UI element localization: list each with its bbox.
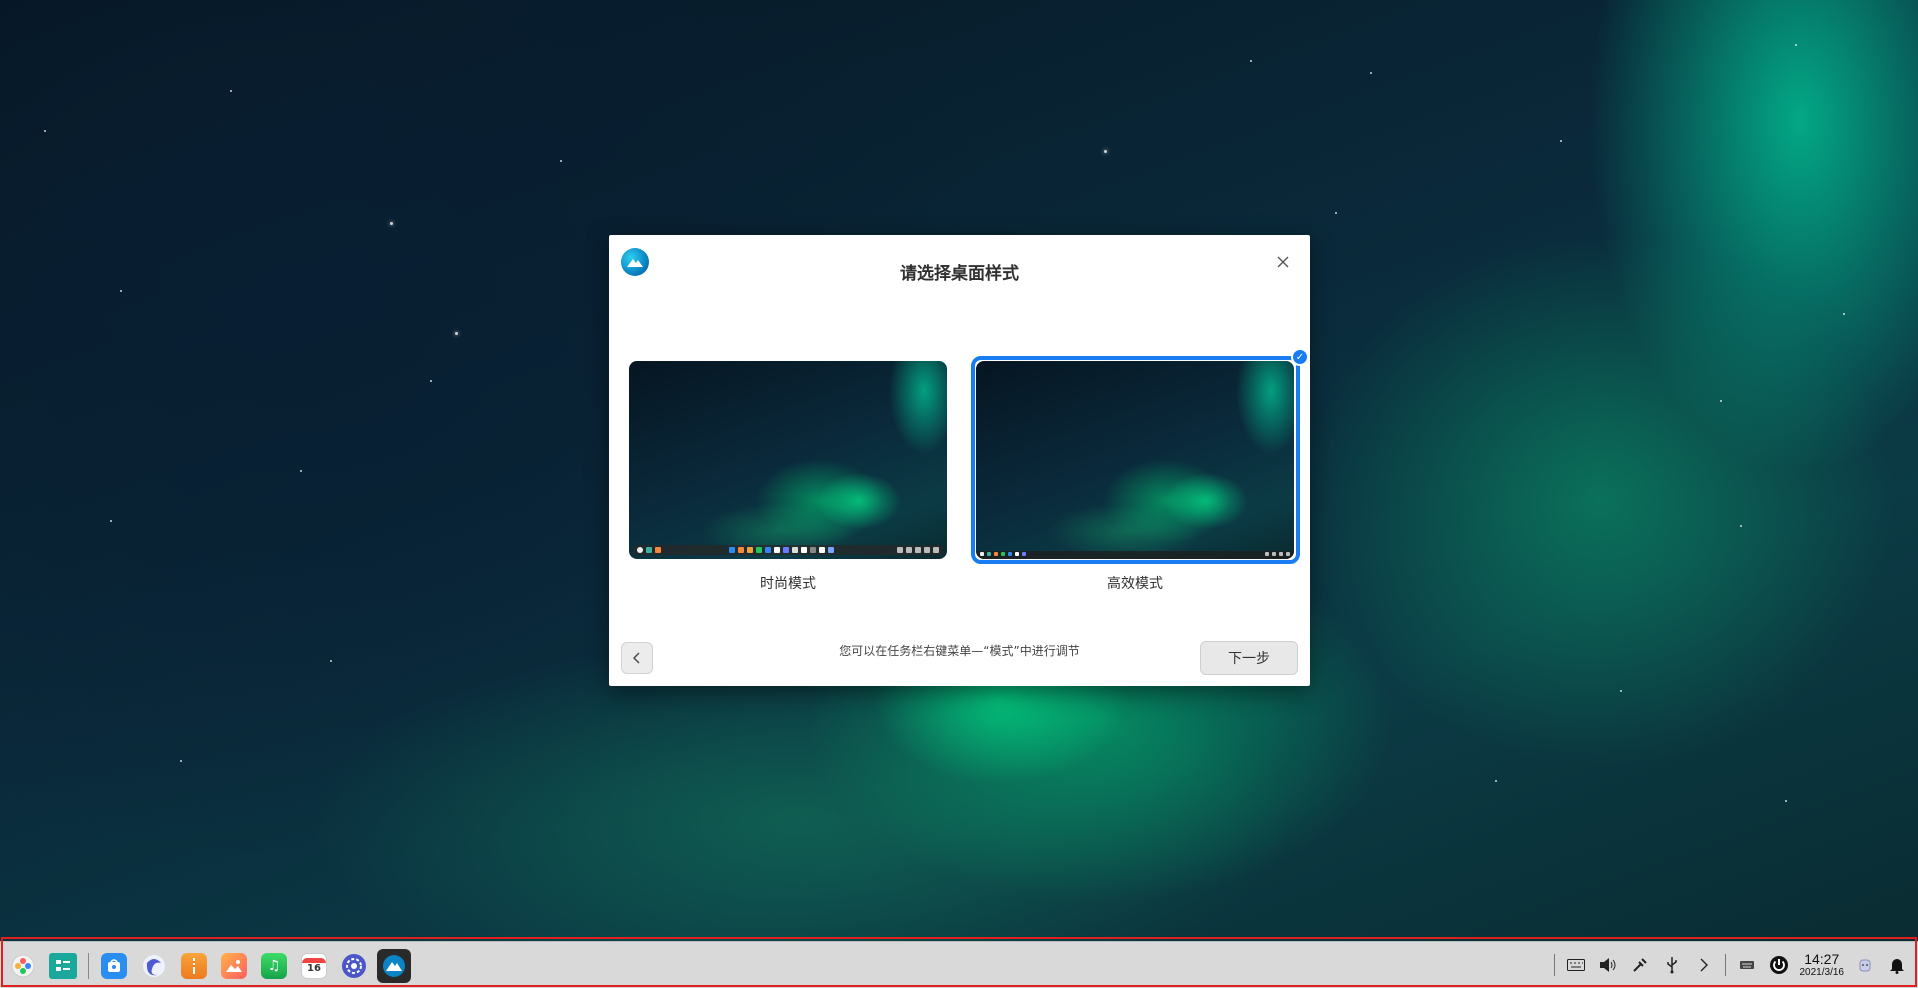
usb-icon[interactable] [1661,954,1683,976]
close-icon[interactable] [1272,251,1294,273]
calendar-icon: 16 [301,953,327,979]
taskbar-separator [88,953,89,979]
keyboard-icon[interactable] [1565,954,1587,976]
check-icon: ✓ [1291,348,1309,366]
volume-icon[interactable] [1597,954,1619,976]
browser-button[interactable] [137,949,171,983]
photos-icon [221,953,247,979]
fashion-mode-label: 时尚模式 [760,576,816,592]
next-button[interactable]: 下一步 [1200,641,1298,675]
welcome-app-button[interactable] [377,949,411,983]
dialog-title: 请选择桌面样式 [900,264,1019,284]
calendar-day: 16 [307,963,321,974]
network-wired-icon[interactable] [1629,954,1651,976]
notification-bell-icon[interactable] [1886,954,1908,976]
browser-icon [143,955,165,977]
efficient-mode-label: 高效模式 [1107,576,1163,592]
app-store-icon [101,953,127,979]
image-viewer-button[interactable] [217,949,251,983]
assistant-icon[interactable] [1854,954,1876,976]
multitask-view-icon [49,953,77,979]
clock[interactable]: 14:27 2021/3/16 [1800,952,1845,978]
settings-icon [342,954,366,978]
chevron-right-icon[interactable] [1693,954,1715,976]
welcome-app-icon [383,955,405,977]
onscreen-keyboard-icon[interactable] [1736,954,1758,976]
launcher-button[interactable] [6,949,40,983]
selected-mode-highlight [971,356,1300,564]
archive-manager-button[interactable] [177,949,211,983]
app-store-button[interactable] [97,949,131,983]
tray-separator [1553,954,1555,976]
control-center-button[interactable] [337,949,371,983]
clock-time: 14:27 [1804,951,1840,967]
system-tray: 14:27 2021/3/16 [1553,947,1909,983]
multitask-view-button[interactable] [46,949,80,983]
power-icon[interactable] [1768,954,1790,976]
archive-icon [181,953,207,979]
music-icon: ♫ [261,953,287,979]
music-button[interactable]: ♫ [257,949,291,983]
taskbar-apps: ♫ 16 [6,948,411,984]
taskbar: ♫ 16 14:27 2021/3/16 [0,941,1918,988]
dock-preview [633,545,943,555]
desktop-style-dialog: 请选择桌面样式 ✓ 时尚模式 高效模式 您可以在任务栏右键菜单—“模式”中进行调… [609,235,1310,686]
fashion-mode-preview[interactable] [629,361,947,559]
launcher-icon [11,954,35,978]
calendar-button[interactable]: 16 [297,949,331,983]
clock-date: 2021/3/16 [1799,967,1845,978]
tray-separator [1724,954,1726,976]
